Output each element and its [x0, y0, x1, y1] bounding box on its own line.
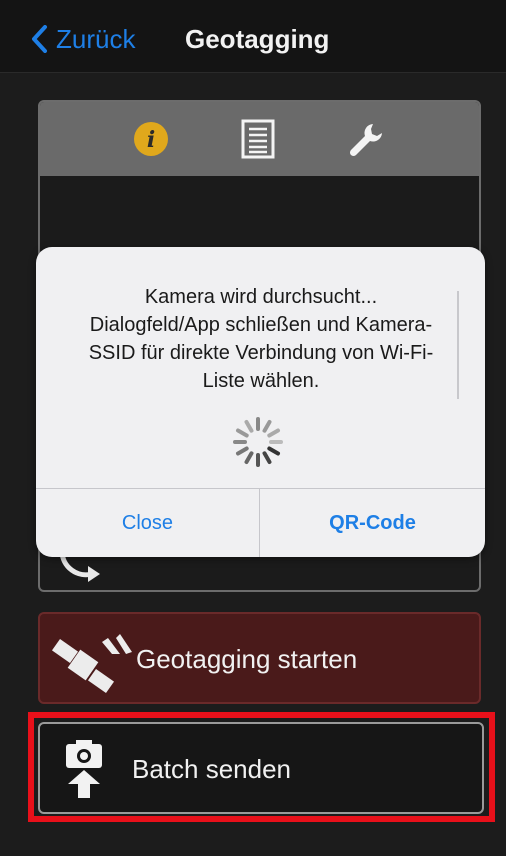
- tab-info[interactable]: i: [130, 118, 172, 160]
- navigation-bar: Zurück Geotagging: [0, 0, 506, 73]
- batch-send-button[interactable]: Batch senden: [38, 722, 484, 814]
- start-geotagging-label: Geotagging starten: [136, 644, 358, 674]
- wrench-icon: [349, 124, 382, 157]
- chevron-left-icon: [32, 25, 47, 53]
- dialog-scrollbar[interactable]: [457, 291, 459, 399]
- start-geotagging-button[interactable]: Geotagging starten: [38, 612, 481, 704]
- qr-code-button[interactable]: QR-Code: [260, 489, 485, 557]
- tab-list[interactable]: [237, 118, 279, 160]
- list-icon: [241, 119, 275, 159]
- loading-spinner-icon: [233, 417, 283, 467]
- panel-tab-bar: i: [40, 102, 479, 176]
- camera-upload-icon: [66, 740, 102, 798]
- satellite-icon: [51, 634, 132, 694]
- close-button[interactable]: Close: [36, 489, 259, 557]
- back-label: Zurück: [56, 23, 136, 54]
- back-button[interactable]: Zurück: [30, 22, 135, 56]
- dialog-message-line: Kamera wird durchsucht...: [144, 286, 378, 308]
- batch-send-label: Batch senden: [132, 754, 292, 784]
- dialog-message-line: Liste wählen.: [202, 370, 320, 392]
- dialog-message-line: Dialogfeld/App schließen und Kamera-: [89, 314, 433, 336]
- page-title: Geotagging: [185, 24, 330, 54]
- search-dialog: Kamera wird durchsucht... Dialogfeld/App…: [36, 247, 485, 557]
- svg-text:i: i: [147, 127, 155, 153]
- info-icon: i: [134, 122, 168, 156]
- dialog-message-line: SSID für direkte Verbindung von Wi-Fi-: [88, 342, 434, 364]
- dialog-message: Kamera wird durchsucht... Dialogfeld/App…: [76, 283, 446, 395]
- tab-settings[interactable]: [345, 118, 387, 160]
